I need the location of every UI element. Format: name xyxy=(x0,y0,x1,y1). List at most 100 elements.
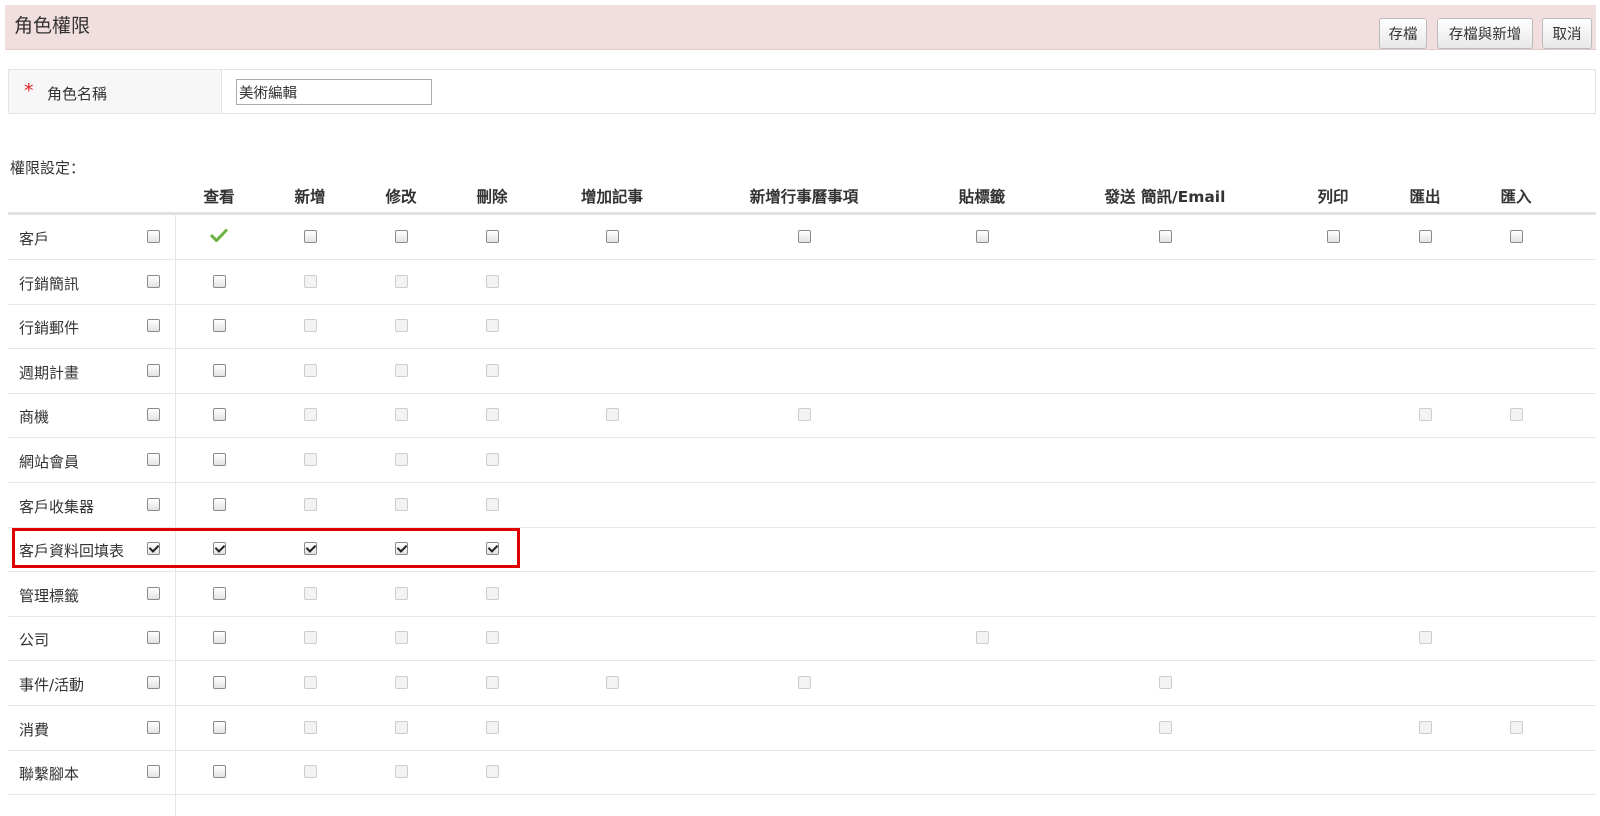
row-select-all-checkbox[interactable] xyxy=(147,274,160,288)
permission-checkbox xyxy=(1159,676,1172,689)
permission-checkbox xyxy=(304,408,317,422)
permission-checkbox xyxy=(395,497,408,511)
permission-checkbox[interactable] xyxy=(304,542,317,556)
row-select-all-checkbox[interactable] xyxy=(147,676,160,689)
row-select-all-checkbox[interactable] xyxy=(147,363,160,377)
save-and-new-button[interactable]: 存檔與新增 xyxy=(1437,18,1533,49)
row-label: 網站會員 xyxy=(19,453,80,471)
role-name-row: * 角色名稱 xyxy=(8,69,1596,114)
permission-checkbox xyxy=(395,274,408,288)
permission-checkbox[interactable] xyxy=(213,453,226,466)
save-button[interactable]: 存檔 xyxy=(1379,18,1427,49)
column-header: 增加記事 xyxy=(580,188,643,206)
row-label: 行銷簡訊 xyxy=(19,274,80,293)
permission-checkbox[interactable] xyxy=(213,765,226,779)
row-select-all-checkbox[interactable] xyxy=(147,408,160,422)
row-select-all-checkbox[interactable] xyxy=(147,586,160,600)
permission-checkbox xyxy=(304,319,317,333)
permission-checkbox xyxy=(798,676,811,689)
permission-checkbox[interactable] xyxy=(213,408,226,422)
permission-checkbox xyxy=(304,586,317,600)
permission-checkbox[interactable] xyxy=(213,586,226,600)
row-label: 客戶收集器 xyxy=(19,497,95,516)
permission-checkbox[interactable] xyxy=(1159,230,1172,243)
permission-checkbox xyxy=(304,497,317,511)
table-row: 客戶資料回填表 xyxy=(8,527,1596,573)
row-select-all-checkbox[interactable] xyxy=(147,453,160,466)
permission-checkbox xyxy=(486,720,499,734)
column-header: 匯入 xyxy=(1500,188,1532,206)
permission-checkbox xyxy=(395,319,408,333)
permission-checkbox xyxy=(486,453,499,466)
permission-checkbox xyxy=(1419,408,1432,422)
permission-checkbox[interactable] xyxy=(213,720,226,734)
row-select-all-checkbox[interactable] xyxy=(147,765,160,779)
permission-checkbox xyxy=(486,363,499,377)
permission-checkbox xyxy=(395,676,408,689)
permission-checkbox[interactable] xyxy=(304,230,317,243)
permission-checkbox xyxy=(1159,720,1172,734)
permission-checkbox xyxy=(486,497,499,511)
permission-checkbox xyxy=(1419,720,1432,734)
table-row: 客戶 xyxy=(8,215,1596,260)
column-header: 發送 簡訊/Email xyxy=(1104,188,1226,206)
permission-checkbox[interactable] xyxy=(606,230,619,243)
permission-checkbox xyxy=(395,631,408,645)
permission-checkbox[interactable] xyxy=(486,230,499,243)
permission-checkbox xyxy=(486,319,499,333)
row-select-all-checkbox[interactable] xyxy=(147,319,160,333)
permission-checkbox xyxy=(486,408,499,422)
role-name-label: 角色名稱 xyxy=(47,85,108,103)
row-label: 週期計畫 xyxy=(19,363,80,382)
row-label: 事件/活動 xyxy=(19,676,85,694)
permission-checkbox xyxy=(304,765,317,779)
permission-checkbox xyxy=(486,274,499,288)
permission-checkbox[interactable] xyxy=(1510,230,1523,243)
permission-checkbox xyxy=(395,586,408,600)
row-label: 消費 xyxy=(19,720,50,739)
permission-checkbox xyxy=(395,720,408,734)
permission-checkbox[interactable] xyxy=(798,230,811,243)
row-label: 客戶 xyxy=(19,230,50,248)
row-label: 客戶資料回填表 xyxy=(19,542,125,561)
row-select-all-checkbox[interactable] xyxy=(147,230,160,243)
permission-checkbox[interactable] xyxy=(1419,230,1432,243)
permission-checkbox xyxy=(395,408,408,422)
permission-checkbox[interactable] xyxy=(213,319,226,333)
table-row: 客戶收集器 xyxy=(8,483,1596,528)
row-select-all-checkbox[interactable] xyxy=(147,497,160,511)
permission-checkbox[interactable] xyxy=(213,631,226,645)
permission-checkbox[interactable] xyxy=(213,497,226,511)
row-select-all-checkbox[interactable] xyxy=(147,542,160,556)
permission-checkbox[interactable] xyxy=(976,230,989,243)
role-name-input[interactable] xyxy=(236,79,432,105)
permission-checkbox[interactable] xyxy=(213,274,226,288)
permission-checkbox[interactable] xyxy=(1327,230,1340,243)
row-select-all-checkbox[interactable] xyxy=(147,720,160,734)
permission-checkbox xyxy=(304,676,317,689)
table-row: 事件/活動 xyxy=(8,661,1596,706)
permission-checkbox xyxy=(304,631,317,645)
row-label: 商機 xyxy=(19,408,50,427)
row-select-all-checkbox[interactable] xyxy=(147,631,160,645)
permission-checkbox xyxy=(1510,408,1523,422)
permission-checkbox[interactable] xyxy=(213,363,226,377)
permission-checkbox[interactable] xyxy=(395,542,408,556)
table-row: 週期計畫 xyxy=(8,349,1596,394)
permission-checkbox[interactable] xyxy=(486,542,499,556)
permission-checkbox[interactable] xyxy=(213,676,226,689)
permission-checkbox xyxy=(486,631,499,645)
permission-checkbox[interactable] xyxy=(213,542,226,556)
green-check-icon[interactable] xyxy=(210,228,228,242)
role-name-label-cell: * 角色名稱 xyxy=(9,70,222,113)
permission-checkbox xyxy=(606,408,619,422)
permission-checkbox xyxy=(606,676,619,689)
column-header: 貼標籤 xyxy=(958,188,1006,206)
permission-checkbox[interactable] xyxy=(395,230,408,243)
permission-checkbox xyxy=(395,765,408,779)
row-label: 行銷郵件 xyxy=(19,319,80,338)
cancel-button[interactable]: 取消 xyxy=(1542,18,1592,49)
permission-checkbox xyxy=(304,363,317,377)
page-title: 角色權限 xyxy=(14,15,91,37)
table-row: 公司 xyxy=(8,616,1596,662)
